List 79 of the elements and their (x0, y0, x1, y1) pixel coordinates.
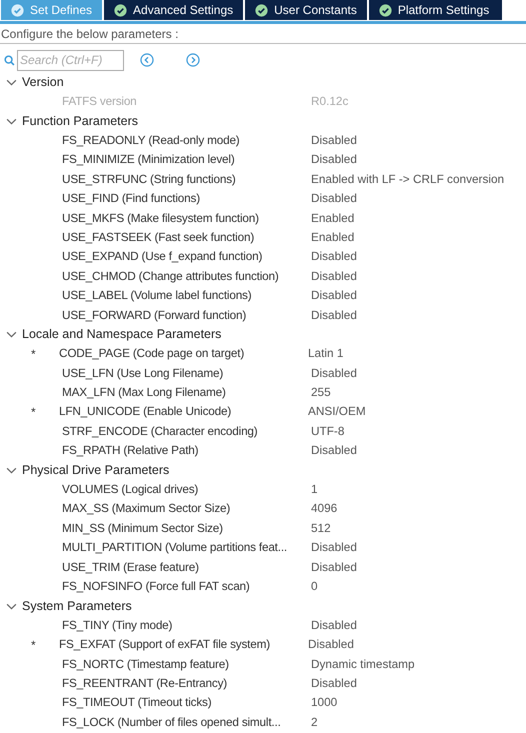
parameter-name[interactable]: USE_TRIM (Erase feature) (62, 558, 311, 576)
previous-icon[interactable] (140, 53, 154, 67)
parameter-value[interactable]: Disabled (311, 442, 357, 460)
group-title[interactable]: System Parameters (22, 596, 132, 616)
parameter-value[interactable]: 1 (311, 481, 318, 499)
parameter-value[interactable]: Disabled (311, 674, 357, 693)
parameter-value[interactable]: 255 (311, 384, 331, 402)
parameter-name[interactable]: USE_MKFS (Make filesystem function) (62, 210, 311, 228)
parameter-name[interactable]: USE_LFN (Use Long Filename) (62, 364, 311, 382)
asterisk: * (31, 405, 36, 420)
parameter-name[interactable]: FS_LOCK (Number of files opened simult... (62, 714, 311, 732)
parameter-value[interactable]: Dynamic timestamp (311, 656, 415, 674)
chevron-icon[interactable] (6, 329, 17, 340)
search-icon (4, 54, 15, 66)
parameter-name[interactable]: USE_EXPAND (Use f_expand function) (62, 248, 311, 266)
parameter-value[interactable]: 512 (311, 520, 331, 538)
parameter-name[interactable]: CODE_PAGE (Code page on target) (59, 345, 308, 363)
parameter-value[interactable]: Enabled with LF -> CRLF conversion (311, 170, 504, 188)
group-title[interactable]: Function Parameters (22, 112, 138, 131)
check-circle-icon (255, 4, 268, 16)
parameter-name[interactable]: USE_FASTSEEK (Fast seek function) (62, 228, 311, 247)
parameter-value[interactable]: Latin 1 (308, 345, 344, 363)
group-title[interactable]: Locale and Namespace Parameters (22, 325, 222, 344)
parameter-value[interactable]: Enabled (311, 228, 354, 247)
parameter-value[interactable]: 0 (311, 578, 318, 596)
parameter-value[interactable]: Disabled (311, 268, 357, 286)
parameter-value[interactable]: 2 (311, 714, 318, 732)
parameter-value[interactable]: Disabled (311, 248, 357, 266)
parameter-name[interactable]: LFN_UNICODE (Enable Unicode) (59, 403, 308, 422)
tab[interactable]: User Constants (245, 0, 367, 20)
parameter-value[interactable]: ANSI/OEM (308, 403, 366, 422)
check-circle-icon (378, 4, 392, 16)
parameter-value[interactable]: Disabled (311, 190, 357, 208)
chevron-icon[interactable] (6, 77, 17, 88)
parameter-name[interactable]: USE_CHMOD (Change attributes function) (62, 268, 311, 286)
parameter-name[interactable]: FS_NORTC (Timestamp feature) (62, 656, 311, 674)
parameter-name[interactable]: USE_STRFUNC (String functions) (62, 170, 311, 188)
parameter-name[interactable]: MAX_LFN (Max Long Filename) (62, 384, 311, 402)
parameter-name[interactable]: FS_READONLY (Read-only mode) (62, 132, 311, 150)
parameter-name[interactable]: USE_FIND (Find functions) (62, 190, 311, 208)
parameter-value[interactable]: Disabled (311, 364, 357, 382)
parameter-value[interactable]: UTF-8 (311, 422, 344, 441)
tab[interactable]: Platform Settings (368, 0, 502, 20)
search-field[interactable]: Search (Ctrl+F) (17, 50, 124, 70)
parameter-name[interactable]: STRF_ENCODE (Character encoding) (62, 422, 311, 441)
parameter-value[interactable]: Disabled (311, 287, 357, 305)
parameter-name[interactable]: FS_RPATH (Relative Path) (62, 442, 311, 460)
parameter-name[interactable]: FS_EXFAT (Support of exFAT file system) (59, 636, 308, 654)
parameter-name[interactable]: USE_FORWARD (Forward function) (62, 306, 311, 324)
parameter-value[interactable]: Disabled (311, 539, 357, 557)
parameter-name[interactable]: FS_TINY (Tiny mode) (62, 616, 311, 634)
parameter-value[interactable]: Disabled (311, 558, 357, 576)
parameter-name[interactable]: MAX_SS (Maximum Sector Size) (62, 500, 311, 518)
parameter-value[interactable]: Disabled (311, 132, 357, 150)
group-title[interactable]: Version (22, 73, 64, 92)
parameter-value[interactable]: 4096 (311, 500, 338, 518)
parameter-name[interactable]: MIN_SS (Minimum Sector Size) (62, 520, 311, 538)
parameter-value[interactable]: Disabled (311, 616, 357, 634)
caption: Configure the below parameters : (0, 26, 526, 44)
tab[interactable]: Advanced Settings (104, 0, 244, 20)
parameter-name[interactable]: FS_MINIMIZE (Minimization level) (62, 151, 311, 170)
group-title[interactable]: Physical Drive Parameters (22, 461, 170, 480)
parameter-name[interactable]: USE_LABEL (Volume label functions) (62, 287, 311, 305)
parameter-name[interactable]: FS_NOFSINFO (Force full FAT scan) (62, 578, 311, 596)
parameter-name[interactable]: FS_REENTRANT (Re-Entrancy) (62, 674, 311, 693)
parameter-name[interactable]: FS_TIMEOUT (Timeout ticks) (62, 694, 311, 712)
parameter-value[interactable]: Disabled (311, 151, 357, 170)
check-circle-icon (114, 4, 128, 16)
parameter-name[interactable]: VOLUMES (Logical drives) (62, 481, 311, 499)
asterisk: * (31, 347, 36, 362)
parameter-value[interactable]: Disabled (311, 306, 357, 324)
parameter-value[interactable]: Disabled (308, 636, 354, 654)
check-circle-icon (11, 4, 24, 16)
parameter-value[interactable]: 1000 (311, 694, 338, 712)
next-icon[interactable] (186, 53, 200, 67)
parameter-name[interactable]: MULTI_PARTITION (Volume partitions feat... (62, 539, 311, 557)
asterisk: * (31, 638, 36, 652)
parameter-value[interactable]: Enabled (311, 210, 354, 228)
chevron-icon[interactable] (6, 465, 17, 476)
